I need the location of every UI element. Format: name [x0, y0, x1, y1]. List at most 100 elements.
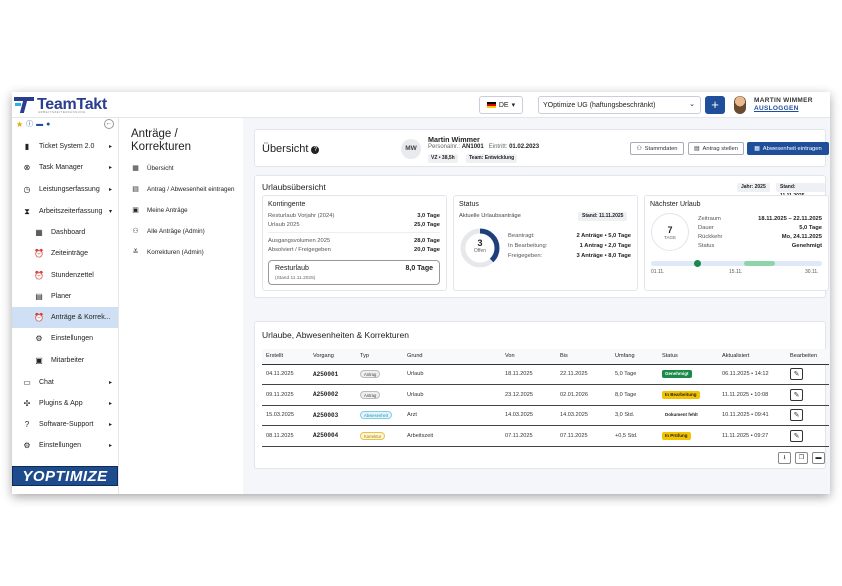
abwesenheit-eintragen-button[interactable]: ▦ Abwesenheit eintragen [747, 142, 829, 155]
cell-erstellt: 15.03.2025 [262, 405, 309, 426]
column-header[interactable]: Erstellt [262, 349, 309, 365]
teamtakt-logo[interactable]: TeamTakt ARBEITSZEITERFASSUNG [14, 95, 107, 115]
sidebar-item-einstellungen[interactable]: ⚙ Einstellungen [12, 328, 118, 349]
avatar[interactable] [734, 96, 746, 114]
sidebar-item-zeiteinträge[interactable]: ⏰ Zeiteinträge [12, 243, 118, 264]
cell-aktualisiert: 11.11.2025 • 09:27 [718, 425, 786, 447]
column-header[interactable]: Bis [556, 349, 611, 365]
table-row[interactable]: 08.11.2025 A250004 Korrektur Arbeitszeit 07.… [262, 425, 829, 447]
sidebar-item-label: Software-Support [39, 421, 94, 428]
logo-mark-icon [14, 97, 34, 113]
subnav-item-label: Antrag / Abwesenheit eintragen [147, 185, 235, 193]
cell-status: Dokument fehlt [658, 405, 718, 426]
company-select[interactable]: YOptimize UG (haftungsbeschränkt) ⌄ [538, 96, 701, 114]
ticket-icon: ▮ [24, 142, 30, 151]
type-badge: Antrag [360, 390, 381, 399]
help-circle-icon[interactable]: ⓘ [26, 119, 33, 129]
sidebar-item-mitarbeiter[interactable]: ▣ Mitarbeiter [12, 350, 118, 371]
language-select[interactable]: DE ▾ [479, 96, 523, 114]
subnav-item[interactable]: ▦ Übersicht [131, 161, 173, 175]
workload-tag: VZ • 38,5h [428, 154, 458, 163]
quick-actions: ★ ⓘ ▬ ● ← [12, 118, 118, 130]
status-card: Status Aktuelle Urlaubsanträge Stand: 11… [453, 195, 638, 291]
sidebar-item-software-support[interactable]: ? Software-Support ▸ [12, 414, 118, 435]
sidebar-item-plugins-app[interactable]: ✣ Plugins & App ▸ [12, 393, 118, 414]
cell-typ: Antrag [356, 364, 403, 385]
kontingent-row: Urlaub 2025 25,0 Tage [268, 222, 440, 228]
user-icon[interactable]: ● [46, 121, 50, 128]
cell-aktualisiert: 11.11.2025 • 10:08 [718, 384, 786, 406]
edit-icon[interactable]: ✎ [790, 429, 803, 442]
chevron-down-icon: ⌄ [689, 101, 695, 108]
sidebar-item-einstellungen[interactable]: ⚙ Einstellungen ▸ [12, 435, 118, 456]
sidebar-item-leistungserfassung[interactable]: ◷ Leistungserfassung ▸ [12, 179, 118, 200]
sidebar-item-label: Chat [39, 379, 54, 386]
sidebar-item-chat[interactable]: ▭ Chat ▸ [12, 372, 118, 393]
subnav-item[interactable]: ▤ Antrag / Abwesenheit eintragen [131, 182, 235, 196]
logout-link[interactable]: AUSLOGGEN [754, 105, 799, 112]
alarm-icon: ⏰ [34, 249, 44, 258]
stammdaten-button[interactable]: ⚇ Stammdaten [630, 142, 684, 155]
subnav-item[interactable]: ≚ Korrekturen (Admin) [131, 245, 204, 259]
add-button[interactable]: + [705, 96, 725, 114]
chat-icon[interactable]: ▬ [36, 121, 43, 128]
year-badge: Jahr: 2025 [737, 183, 770, 192]
timeline-today-marker [694, 260, 701, 267]
sub-navigation: Anträge / Korrekturen ▦ Übersicht ▤ Antrag … [119, 118, 243, 494]
print-icon[interactable]: ▬ [812, 452, 825, 464]
sidebar-item-dashboard[interactable]: ▦ Dashboard [12, 222, 118, 243]
column-header[interactable]: Umfang [611, 349, 658, 365]
copy-icon[interactable]: ❐ [795, 452, 808, 464]
column-header[interactable]: Vorgang [309, 349, 356, 365]
resturlaub-box: Resturlaub 8,0 Tage (Stand 11.11.2025) [268, 260, 440, 285]
status-row: Beantragt: 2 Anträge • 5,0 Tage [508, 233, 631, 239]
table-row[interactable]: 09.11.2025 A250002 Antrag Urlaub 23.12.2025 0… [262, 384, 829, 406]
column-header[interactable]: Status [658, 349, 718, 365]
sidebar-item-task-manager[interactable]: ⊗ Task Manager ▸ [12, 157, 118, 178]
cell-grund: Arzt [403, 405, 501, 426]
type-badge: Korrektur [360, 431, 386, 440]
help-icon: ? [24, 420, 30, 429]
sidebar-item-stundenzettel[interactable]: ⏰ Stundenzettel [12, 265, 118, 286]
sidebar-item-label: Einstellungen [51, 335, 94, 342]
edit-icon[interactable]: ✎ [790, 388, 803, 401]
column-header[interactable]: Bearbeiten [786, 349, 829, 365]
status-title: Status [459, 201, 479, 208]
antrag-stellen-button[interactable]: ▤ Antrag stellen [688, 142, 744, 155]
sidebar-item-planer[interactable]: ▤ Planer [12, 286, 118, 307]
help-icon[interactable]: ? [311, 146, 320, 154]
cell-von: 23.12.2025 [501, 384, 556, 406]
chevron-right-icon: ▸ [108, 165, 112, 171]
requests-table: Erstellt Vorgang Typ Grund Von Bis Umfang Statu… [262, 349, 829, 447]
column-header[interactable]: Aktualisiert [718, 349, 786, 365]
sidebar-item-ticket-system-2-0[interactable]: ▮ Ticket System 2.0 ▸ [12, 136, 118, 157]
column-header[interactable]: Typ [356, 349, 403, 365]
subnav-item-label: Alle Anträge (Admin) [147, 227, 205, 235]
next-vacation-row: Rückkehr Mo, 24.11.2025 [698, 234, 822, 240]
cell-vorgang: A250003 [309, 405, 356, 426]
collapse-sidebar-icon[interactable]: ← [104, 119, 114, 129]
cell-umfang: 5,0 Tage [611, 364, 658, 385]
subnav-item[interactable]: ⚇ Alle Anträge (Admin) [131, 224, 205, 238]
cell-vorgang: A250002 [309, 384, 356, 406]
subnav-item[interactable]: ▣ Meine Anträge [131, 203, 187, 217]
table-row[interactable]: 04.11.2025 A250001 Antrag Urlaub 18.11.2025 2… [262, 364, 829, 385]
column-header[interactable]: Grund [403, 349, 501, 365]
clock-icon: ◷ [23, 185, 31, 194]
sidebar-item-anträge-korrek[interactable]: ⏰ Anträge & Korrek... [12, 307, 118, 328]
requests-table-card: Urlaube, Abwesenheiten & Korrekturen Ers… [254, 321, 829, 469]
status-subtitle: Aktuelle Urlaubsanträge [459, 213, 521, 219]
table-row[interactable]: 15.03.2025 A250003 Abwesenheit Arzt 14.03.20… [262, 405, 829, 426]
edit-icon[interactable]: ✎ [790, 409, 803, 422]
download-icon[interactable]: ⭳ [778, 452, 791, 464]
open-label: Offen [473, 248, 487, 254]
logo-subtitle: ARBEITSZEITERFASSUNG [38, 110, 86, 114]
sidebar-item-arbeitszeiterfassung[interactable]: ⧗ Arbeitszeiterfassung ▾ [12, 201, 118, 222]
document-icon: ▤ [694, 145, 700, 152]
timeline-label: 01.11. [651, 269, 665, 275]
sidebar-item-label: Task Manager [39, 164, 83, 171]
star-icon[interactable]: ★ [16, 120, 23, 129]
cell-bis: 07.11.2025 [556, 425, 611, 447]
edit-icon[interactable]: ✎ [790, 368, 803, 381]
column-header[interactable]: Von [501, 349, 556, 365]
